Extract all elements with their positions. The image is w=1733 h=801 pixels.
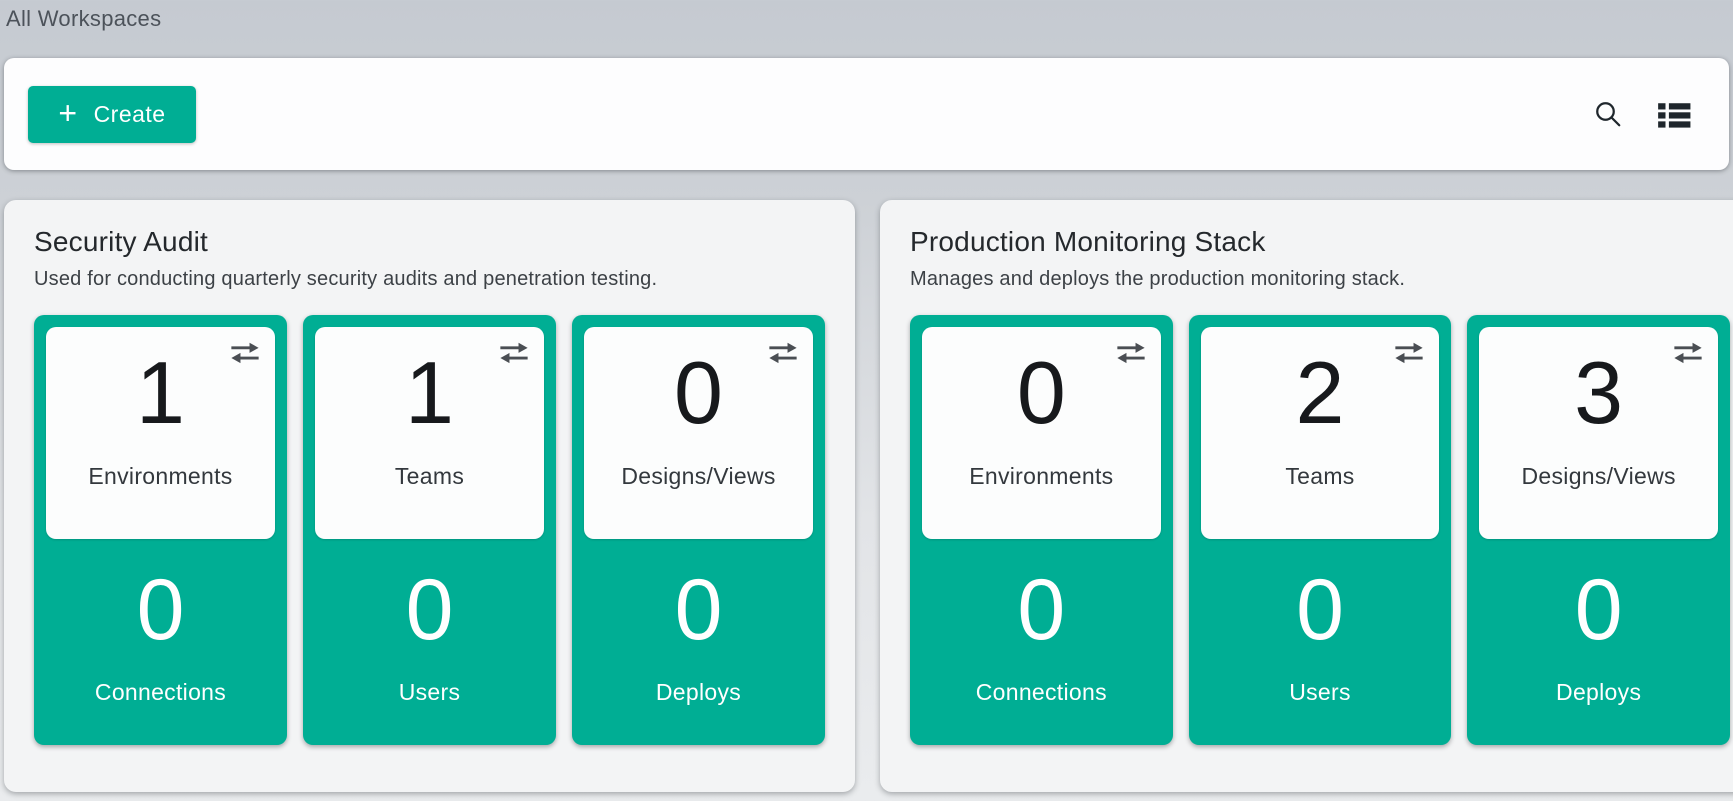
- list-view-icon: [1657, 99, 1691, 129]
- stat-card-top: 1 Environments: [46, 327, 275, 539]
- create-button-label: Create: [94, 101, 166, 128]
- stat-card[interactable]: 2 Teams 0 Users: [1189, 315, 1452, 745]
- stat-card[interactable]: 1 Teams 0 Users: [303, 315, 556, 745]
- stat-bottom-label: Connections: [976, 679, 1107, 706]
- stat-bottom-value: 0: [1575, 567, 1623, 653]
- stat-bottom-label: Users: [399, 679, 461, 706]
- stat-bottom-label: Users: [1289, 679, 1351, 706]
- swap-horizontal-icon: [767, 341, 799, 366]
- stat-card-bottom: 0 Users: [315, 539, 544, 733]
- stat-card-bottom: 0 Connections: [922, 539, 1161, 733]
- workspace-grid: Security Audit Used for conducting quart…: [4, 200, 1733, 792]
- stat-card[interactable]: 3 Designs/Views 0 Deploys: [1467, 315, 1730, 745]
- transfer-button[interactable]: [1113, 339, 1149, 371]
- swap-horizontal-icon: [1115, 341, 1147, 366]
- transfer-button[interactable]: [496, 339, 532, 371]
- search-icon: [1593, 99, 1623, 129]
- transfer-button[interactable]: [227, 339, 263, 371]
- stat-top-label: Designs/Views: [1521, 463, 1675, 490]
- stat-top-value: 0: [1017, 349, 1066, 437]
- stat-card-bottom: 0 Users: [1201, 539, 1440, 733]
- transfer-button[interactable]: [765, 339, 801, 371]
- stat-card[interactable]: 0 Designs/Views 0 Deploys: [572, 315, 825, 745]
- swap-horizontal-icon: [498, 341, 530, 366]
- stat-bottom-label: Connections: [95, 679, 226, 706]
- transfer-button[interactable]: [1670, 339, 1706, 371]
- stat-top-label: Environments: [969, 463, 1113, 490]
- workspace-description: Used for conducting quarterly security a…: [34, 268, 825, 291]
- workspace-card[interactable]: Production Monitoring Stack Manages and …: [880, 200, 1733, 792]
- swap-horizontal-icon: [229, 341, 261, 366]
- stat-card-top: 2 Teams: [1201, 327, 1440, 539]
- swap-horizontal-icon: [1393, 341, 1425, 366]
- transfer-button[interactable]: [1391, 339, 1427, 371]
- workspace-description: Manages and deploys the production monit…: [910, 268, 1730, 291]
- stat-bottom-value: 0: [675, 567, 723, 653]
- toolbar: + Create: [4, 58, 1729, 170]
- stat-grid: 0 Environments 0 Connections 2 Teams 0 U…: [910, 315, 1730, 745]
- stat-card-bottom: 0 Deploys: [584, 539, 813, 733]
- stat-top-value: 1: [136, 349, 185, 437]
- stat-bottom-value: 0: [137, 567, 185, 653]
- stat-card-top: 0 Designs/Views: [584, 327, 813, 539]
- stat-top-value: 3: [1574, 349, 1623, 437]
- stat-card-bottom: 0 Connections: [46, 539, 275, 733]
- workspace-card[interactable]: Security Audit Used for conducting quart…: [4, 200, 855, 792]
- stat-top-label: Environments: [88, 463, 232, 490]
- stat-card[interactable]: 0 Environments 0 Connections: [910, 315, 1173, 745]
- swap-horizontal-icon: [1672, 341, 1704, 366]
- stat-card-bottom: 0 Deploys: [1479, 539, 1718, 733]
- page-title: All Workspaces: [0, 0, 1733, 32]
- stat-bottom-value: 0: [1296, 567, 1344, 653]
- search-button[interactable]: [1589, 95, 1627, 133]
- stat-card-top: 3 Designs/Views: [1479, 327, 1718, 539]
- stat-bottom-value: 0: [406, 567, 454, 653]
- workspace-title: Production Monitoring Stack: [910, 226, 1730, 258]
- list-view-button[interactable]: [1653, 95, 1695, 133]
- stat-bottom-value: 0: [1017, 567, 1065, 653]
- stat-grid: 1 Environments 0 Connections 1 Teams 0 U…: [34, 315, 825, 745]
- stat-top-label: Teams: [395, 463, 464, 490]
- stat-top-value: 0: [674, 349, 723, 437]
- stat-card-top: 0 Environments: [922, 327, 1161, 539]
- page: { "page": { "title": "All Workspaces" },…: [0, 0, 1733, 801]
- stat-card[interactable]: 1 Environments 0 Connections: [34, 315, 287, 745]
- stat-top-value: 1: [405, 349, 454, 437]
- stat-bottom-label: Deploys: [656, 679, 741, 706]
- workspace-title: Security Audit: [34, 226, 825, 258]
- stat-top-label: Teams: [1285, 463, 1354, 490]
- stat-bottom-label: Deploys: [1556, 679, 1641, 706]
- stat-card-top: 1 Teams: [315, 327, 544, 539]
- stat-top-value: 2: [1296, 349, 1345, 437]
- create-button[interactable]: + Create: [28, 86, 196, 143]
- stat-top-label: Designs/Views: [621, 463, 775, 490]
